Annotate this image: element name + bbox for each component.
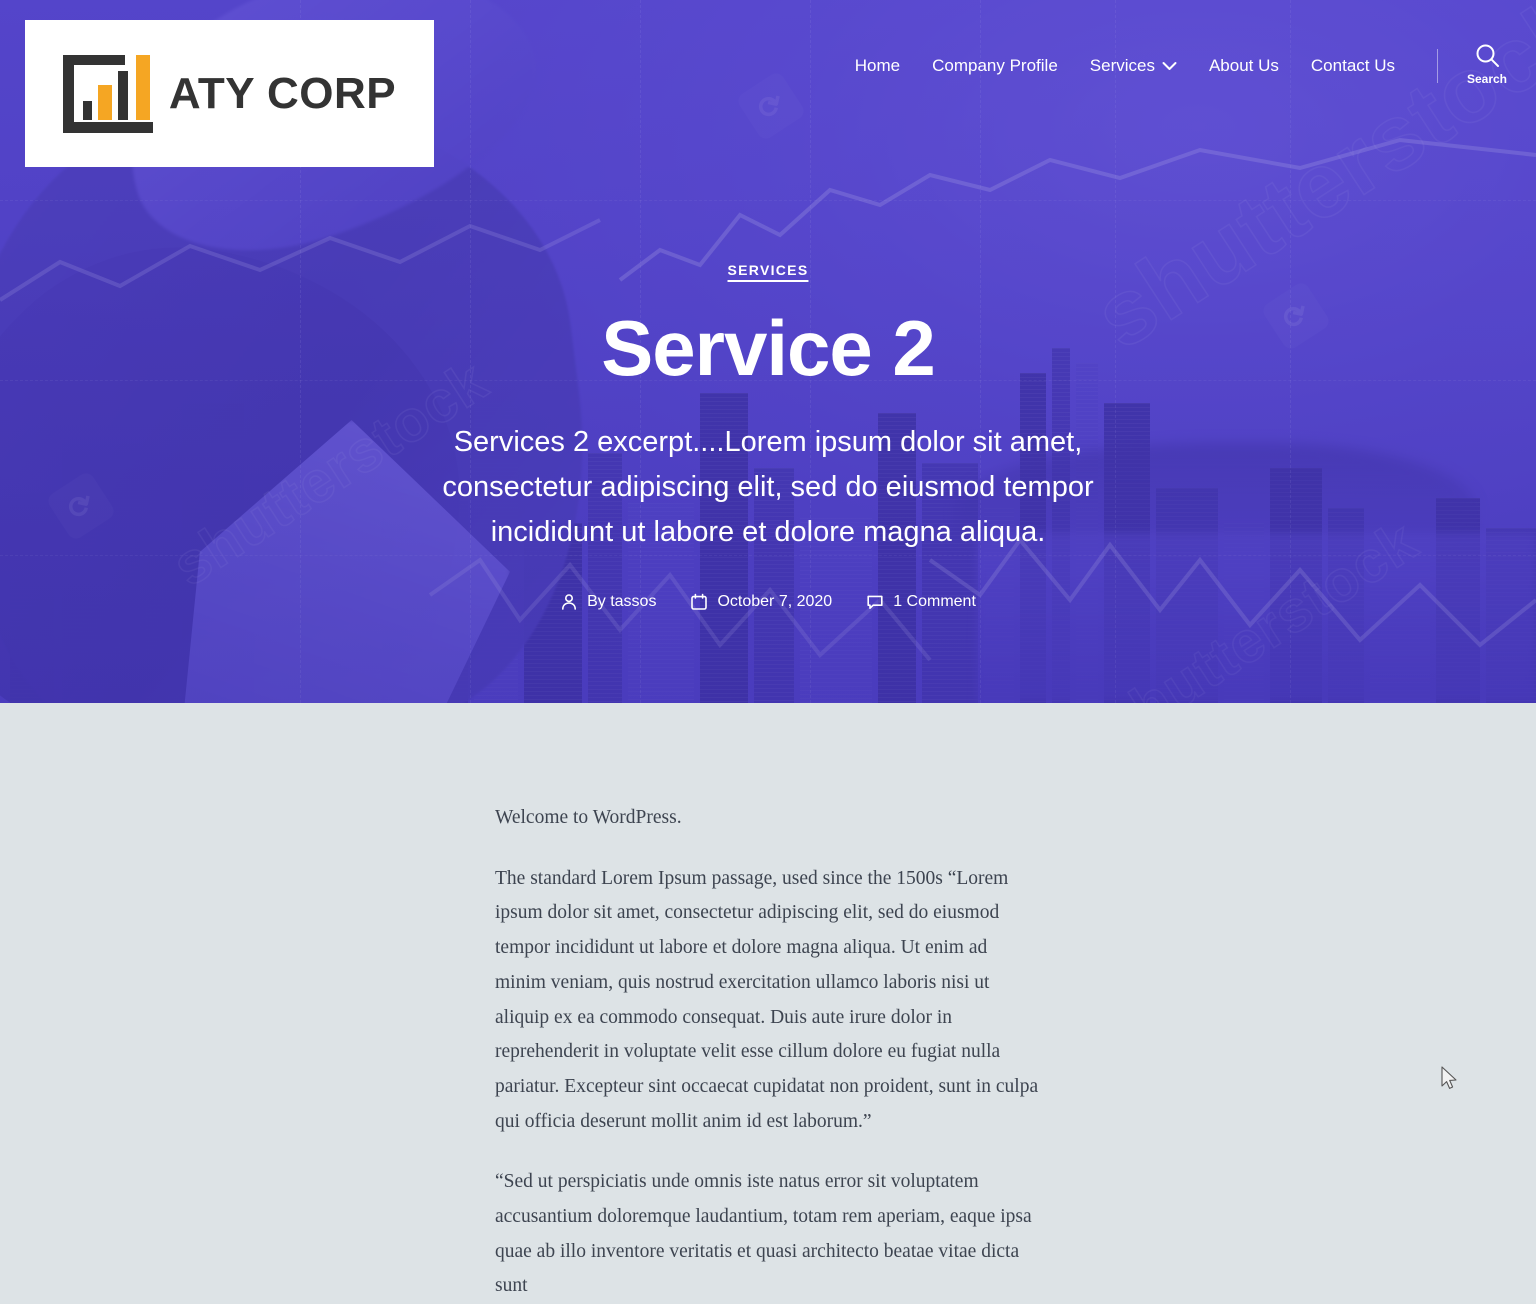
search-label: Search [1467,72,1507,86]
hero-excerpt: Services 2 excerpt....Lorem ipsum dolor … [418,420,1118,555]
meta-comments-label: 1 Comment [893,593,976,611]
nav-item-contact-us[interactable]: Contact Us [1295,56,1411,76]
nav-label: Contact Us [1311,56,1395,76]
nav-label: Company Profile [932,56,1058,76]
page-body: Welcome to WordPress. The standard Lorem… [0,703,1536,1195]
bar-chart-logo-icon [63,55,153,133]
comment-bubble-icon [866,593,884,611]
hero-content: SERVICES Service 2 Services 2 excerpt...… [0,262,1536,611]
hero-section: shutterstock shutterstock shutterstock ⟳… [0,0,1536,703]
paragraph: The standard Lorem Ipsum passage, used s… [495,862,1041,1140]
meta-date-label: October 7, 2020 [717,593,832,611]
nav-item-home[interactable]: Home [839,56,916,76]
nav-item-company-profile[interactable]: Company Profile [916,56,1074,76]
nav-list: Home Company Profile Services About Us [839,56,1411,76]
nav-item-services[interactable]: Services [1074,56,1193,76]
meta-date[interactable]: October 7, 2020 [690,593,832,611]
search-icon [1474,42,1501,69]
post-content: Welcome to WordPress. The standard Lorem… [495,703,1041,1304]
paragraph: “Sed ut perspiciatis unde omnis iste nat… [495,1165,1041,1304]
meta-author-label: By tassos [587,593,656,611]
category-link-services[interactable]: SERVICES [728,262,809,278]
main-navigation: Home Company Profile Services About Us [839,46,1536,86]
nav-label: About Us [1209,56,1279,76]
chevron-down-icon[interactable] [1162,56,1177,76]
nav-label: Home [855,56,900,76]
nav-label: Services [1090,56,1155,76]
logo-text: ATY CORP [169,69,396,119]
meta-comments[interactable]: 1 Comment [866,593,976,611]
site-logo[interactable]: ATY CORP [25,20,434,167]
site-header: ATY CORP Home Company Profile Services [0,0,1536,170]
person-icon [560,593,578,611]
search-toggle[interactable]: Search [1456,42,1518,86]
post-meta: By tassos October 7, 2020 1 Comment [0,593,1536,611]
page-title: Service 2 [0,308,1536,390]
paragraph: Welcome to WordPress. [495,801,1041,836]
nav-item-about-us[interactable]: About Us [1193,56,1295,76]
calendar-icon [690,593,708,611]
nav-divider [1437,49,1438,83]
meta-author[interactable]: By tassos [560,593,656,611]
mouse-cursor [1440,1066,1460,1094]
